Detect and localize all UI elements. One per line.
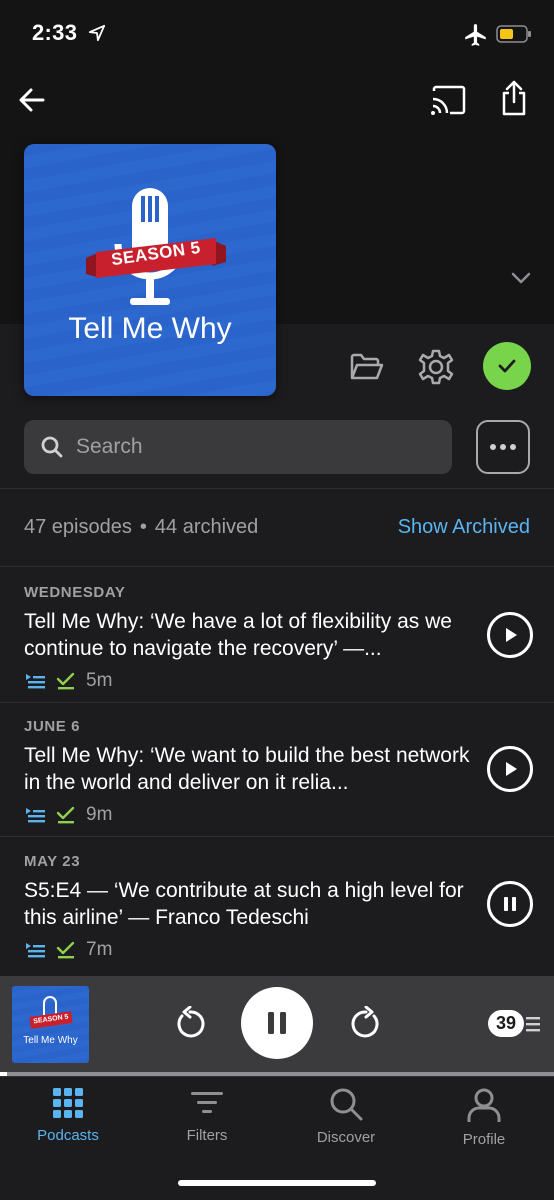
play-pause-button[interactable] <box>241 987 313 1059</box>
status-time: 2:33 <box>32 20 78 45</box>
episode-row[interactable]: WEDNESDAY Tell Me Why: ‘We have a lot of… <box>0 568 554 702</box>
back-button[interactable] <box>12 80 52 120</box>
divider <box>0 488 554 489</box>
back-arrow-icon <box>19 88 45 112</box>
play-button[interactable] <box>487 612 533 658</box>
settings-button[interactable] <box>411 342 461 392</box>
mini-artwork-title: Tell Me Why <box>23 1035 78 1046</box>
status-bar: 2:33 <box>0 0 554 62</box>
pause-button[interactable] <box>487 881 533 927</box>
episode-date: MAY 23 <box>24 853 81 870</box>
show-archived-link[interactable]: Show Archived <box>398 516 530 539</box>
folder-button[interactable] <box>342 342 392 392</box>
artwork-title: Tell Me Why <box>68 312 232 345</box>
gear-icon <box>418 349 454 385</box>
search-icon <box>41 436 63 458</box>
tab-label: Profile <box>462 1131 506 1148</box>
episode-title: Tell Me Why: ‘We have a lot of flexibili… <box>24 610 452 660</box>
separator-dot: • <box>139 516 147 538</box>
episode-title: S5:E4 — ‘We contribute at such a high le… <box>24 879 464 929</box>
episode-count: 47 episodes <box>24 516 132 538</box>
podcast-artwork: SEASON 5 Tell Me Why <box>24 144 276 396</box>
episode-row[interactable]: MAY 23 S5:E4 — ‘We contribute at such a … <box>0 837 554 971</box>
episode-meta: 9m <box>24 804 112 826</box>
search-input[interactable] <box>76 420 436 474</box>
tab-filters[interactable]: Filters <box>152 1087 262 1144</box>
folder-icon <box>350 353 384 380</box>
tab-label: Discover <box>316 1129 376 1146</box>
play-icon <box>506 628 517 642</box>
tab-podcasts[interactable]: Podcasts <box>13 1087 123 1144</box>
pause-icon <box>504 897 516 911</box>
episode-title: Tell Me Why: ‘We want to build the best … <box>24 744 470 794</box>
subscribed-button[interactable] <box>483 342 531 390</box>
queue-icon <box>26 808 45 823</box>
filter-icon <box>191 1092 223 1113</box>
episode-date: JUNE 6 <box>24 718 81 735</box>
share-icon <box>502 80 526 116</box>
checkmark-icon <box>498 359 516 373</box>
mini-banner-text: SEASON 5 <box>29 1011 73 1029</box>
episode-counts: 47 episodes • 44 archived <box>24 516 258 539</box>
up-next-button[interactable]: 39 <box>488 1010 542 1037</box>
tab-discover[interactable]: Discover <box>291 1087 401 1146</box>
episode-duration: 7m <box>86 939 113 960</box>
queue-icon <box>26 943 45 958</box>
cast-icon <box>431 85 466 115</box>
skip-forward-icon[interactable] <box>348 1006 384 1042</box>
episode-date: WEDNESDAY <box>24 584 126 601</box>
cast-button[interactable] <box>428 80 468 120</box>
mini-player[interactable]: SEASON 5 Tell Me Why 39 <box>0 976 554 1076</box>
episode-duration: 9m <box>86 804 113 825</box>
queue-count-badge: 39 <box>488 1010 524 1037</box>
chevron-down-icon[interactable] <box>506 268 536 288</box>
episode-search[interactable] <box>24 420 452 474</box>
person-icon <box>467 1088 501 1122</box>
episode-meta: 5m <box>24 670 112 692</box>
skip-back-icon[interactable] <box>172 1006 208 1042</box>
pause-icon <box>268 1012 286 1034</box>
airplane-mode-icon <box>465 24 486 46</box>
more-options-button[interactable] <box>476 420 530 474</box>
episode-duration: 5m <box>86 670 113 691</box>
episode-row[interactable]: JUNE 6 Tell Me Why: ‘We want to build th… <box>0 702 554 836</box>
tab-label: Filters <box>186 1127 228 1144</box>
play-icon <box>506 762 517 776</box>
episode-meta: 7m <box>24 939 112 961</box>
tab-profile[interactable]: Profile <box>429 1087 539 1148</box>
queue-icon <box>26 674 45 689</box>
location-arrow-icon <box>88 24 106 42</box>
play-button[interactable] <box>487 746 533 792</box>
search-icon <box>330 1088 363 1121</box>
played-check-icon <box>56 941 75 959</box>
share-button[interactable] <box>494 78 534 118</box>
tab-label: Podcasts <box>37 1127 99 1144</box>
ellipsis-icon <box>490 444 516 450</box>
played-check-icon <box>56 672 75 690</box>
divider <box>0 566 554 567</box>
grid-icon <box>53 1088 83 1118</box>
home-indicator <box>178 1180 376 1186</box>
mini-player-artwork[interactable]: SEASON 5 Tell Me Why <box>12 986 89 1063</box>
played-check-icon <box>56 806 75 824</box>
archived-count: 44 archived <box>154 516 259 538</box>
battery-icon <box>496 25 531 43</box>
list-icon <box>526 1016 540 1031</box>
